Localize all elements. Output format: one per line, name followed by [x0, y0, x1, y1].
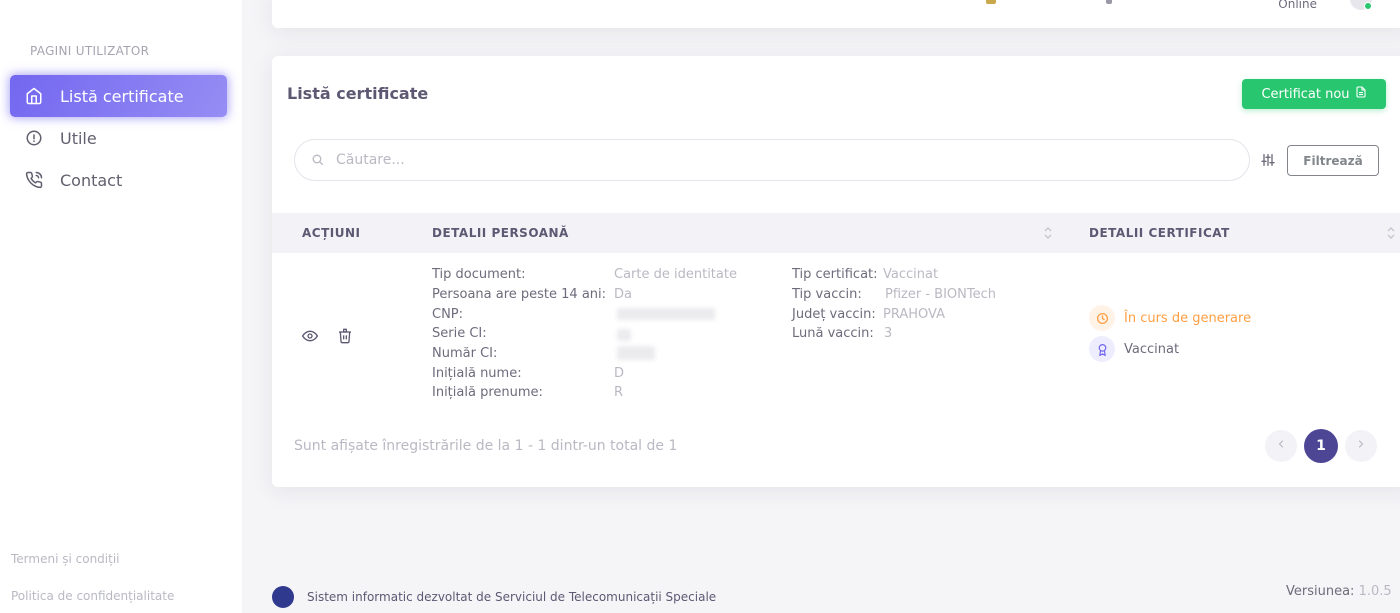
- sidebar-item-utile[interactable]: Utile: [10, 117, 227, 159]
- sidebar: PAGINI UTILIZATOR Listă certificate Util…: [0, 0, 242, 613]
- detail-value: 3: [884, 326, 893, 341]
- detail-value: D: [614, 366, 625, 381]
- detail-value: Vaccinat: [883, 267, 939, 282]
- pagination-info: Sunt afișate înregistrările de la 1 - 1 …: [294, 438, 678, 454]
- sidebar-item-lista-certificate[interactable]: Listă certificate: [10, 75, 227, 117]
- sidebar-item-label: Listă certificate: [60, 86, 184, 106]
- privacy-link[interactable]: Politica de confidențialitate: [11, 589, 174, 603]
- detail-label: Tip vaccin:: [792, 287, 862, 302]
- person-detail-last-initial: Inițială nume: D: [432, 364, 624, 384]
- detail-label: Persoana are peste 14 ani:: [432, 287, 607, 302]
- flag-icon[interactable]: [986, 0, 996, 4]
- pagination-next-button[interactable]: [1345, 430, 1377, 462]
- sidebar-item-contact[interactable]: Contact: [10, 159, 227, 201]
- detail-label: CNP:: [432, 307, 464, 322]
- sidebar-item-label: Utile: [60, 128, 97, 148]
- sort-icon[interactable]: [1386, 224, 1396, 242]
- file-icon: [1355, 86, 1367, 102]
- detail-label: Tip certificat:: [792, 267, 878, 282]
- detail-value: PRAHOVA: [883, 307, 945, 322]
- page-title: Listă certificate: [287, 84, 429, 103]
- redacted-value: [617, 329, 631, 341]
- status-badge-vaccinated: Vaccinat: [1089, 336, 1179, 362]
- detail-value: Da: [614, 287, 632, 302]
- table-header: ACȚIUNI DETALII PERSOANĂ DETALII CERTIFI…: [272, 213, 1400, 253]
- new-certificate-label: Certificat nou: [1261, 86, 1350, 102]
- terms-link[interactable]: Termeni și condiții: [11, 552, 120, 566]
- cert-detail-county: Județ vaccin: PRAHOVA: [792, 305, 945, 325]
- detail-label: Serie CI:: [432, 326, 487, 341]
- person-detail-document-type: Tip document: Carte de identitate: [432, 265, 737, 285]
- status-label: Vaccinat: [1124, 341, 1180, 357]
- version-label: Versiunea:: [1286, 584, 1355, 599]
- new-certificate-button[interactable]: Certificat nou: [1242, 79, 1386, 109]
- certificates-card: Listă certificate Certificat nou Filtrea…: [272, 56, 1400, 487]
- status-label: În curs de generare: [1124, 310, 1252, 326]
- person-detail-ci-number: Număr CI:: [432, 344, 497, 364]
- user-status: Online: [1278, 0, 1317, 11]
- person-detail-cnp: CNP:: [432, 305, 463, 325]
- trash-icon[interactable]: [337, 328, 353, 344]
- sidebar-section-title: PAGINI UTILIZATOR: [30, 44, 150, 58]
- column-header-certificate[interactable]: DETALII CERTIFICAT: [1089, 226, 1230, 240]
- person-detail-ci-series: Serie CI:: [432, 324, 487, 344]
- phone-icon: [24, 170, 44, 190]
- notification-icon[interactable]: [1106, 0, 1112, 4]
- home-icon: [24, 86, 44, 106]
- sort-icon[interactable]: [1043, 224, 1053, 242]
- avatar[interactable]: [1350, 0, 1372, 10]
- version-value: 1.0.5: [1358, 584, 1392, 599]
- detail-label: Tip document:: [432, 267, 526, 282]
- cert-detail-vaccine: Tip vaccin: Pfizer - BIONTech: [792, 285, 996, 305]
- online-dot: [1364, 2, 1372, 10]
- eye-icon[interactable]: [301, 328, 319, 344]
- sidebar-item-label: Contact: [60, 170, 123, 190]
- version-info: Versiunea: 1.0.5: [1286, 584, 1392, 599]
- cert-detail-type: Tip certificat: Vaccinat: [792, 265, 938, 285]
- redacted-value: [617, 308, 715, 320]
- detail-label: Lună vaccin:: [792, 326, 874, 341]
- award-icon: [1089, 336, 1115, 362]
- person-detail-over-14: Persoana are peste 14 ani: Da: [432, 285, 632, 305]
- column-header-actions: ACȚIUNI: [302, 226, 361, 240]
- top-navbar: Online: [272, 0, 1400, 28]
- search-input[interactable]: [336, 152, 1216, 168]
- filter-button[interactable]: Filtrează: [1287, 145, 1379, 176]
- detail-value: Pfizer - BIONTech: [885, 287, 996, 302]
- cert-detail-month: Lună vaccin: 3: [792, 324, 892, 344]
- status-badge-generating: În curs de generare: [1089, 305, 1251, 331]
- detail-value: R: [614, 385, 624, 400]
- info-icon: [24, 128, 44, 148]
- redacted-value: [617, 346, 655, 360]
- column-header-person[interactable]: DETALII PERSOANĂ: [432, 226, 569, 240]
- sts-logo-icon: [272, 586, 294, 608]
- search-box: [294, 139, 1250, 181]
- person-detail-first-initial: Inițială prenume: R: [432, 383, 623, 403]
- pagination-page-1[interactable]: 1: [1304, 429, 1338, 463]
- chevron-left-icon: [1275, 438, 1287, 454]
- detail-label: Inițială prenume:: [432, 385, 543, 400]
- detail-label: Inițială nume:: [432, 366, 522, 381]
- detail-label: Județ vaccin:: [792, 307, 876, 322]
- clock-icon: [1089, 305, 1115, 331]
- footer-text: Sistem informatic dezvoltat de Serviciul…: [307, 590, 717, 604]
- pagination-prev-button[interactable]: [1265, 430, 1297, 462]
- detail-value: Carte de identitate: [614, 267, 737, 282]
- sliders-icon[interactable]: [1260, 152, 1276, 168]
- chevron-right-icon: [1355, 438, 1367, 454]
- search-icon: [311, 151, 324, 170]
- detail-label: Număr CI:: [432, 346, 498, 361]
